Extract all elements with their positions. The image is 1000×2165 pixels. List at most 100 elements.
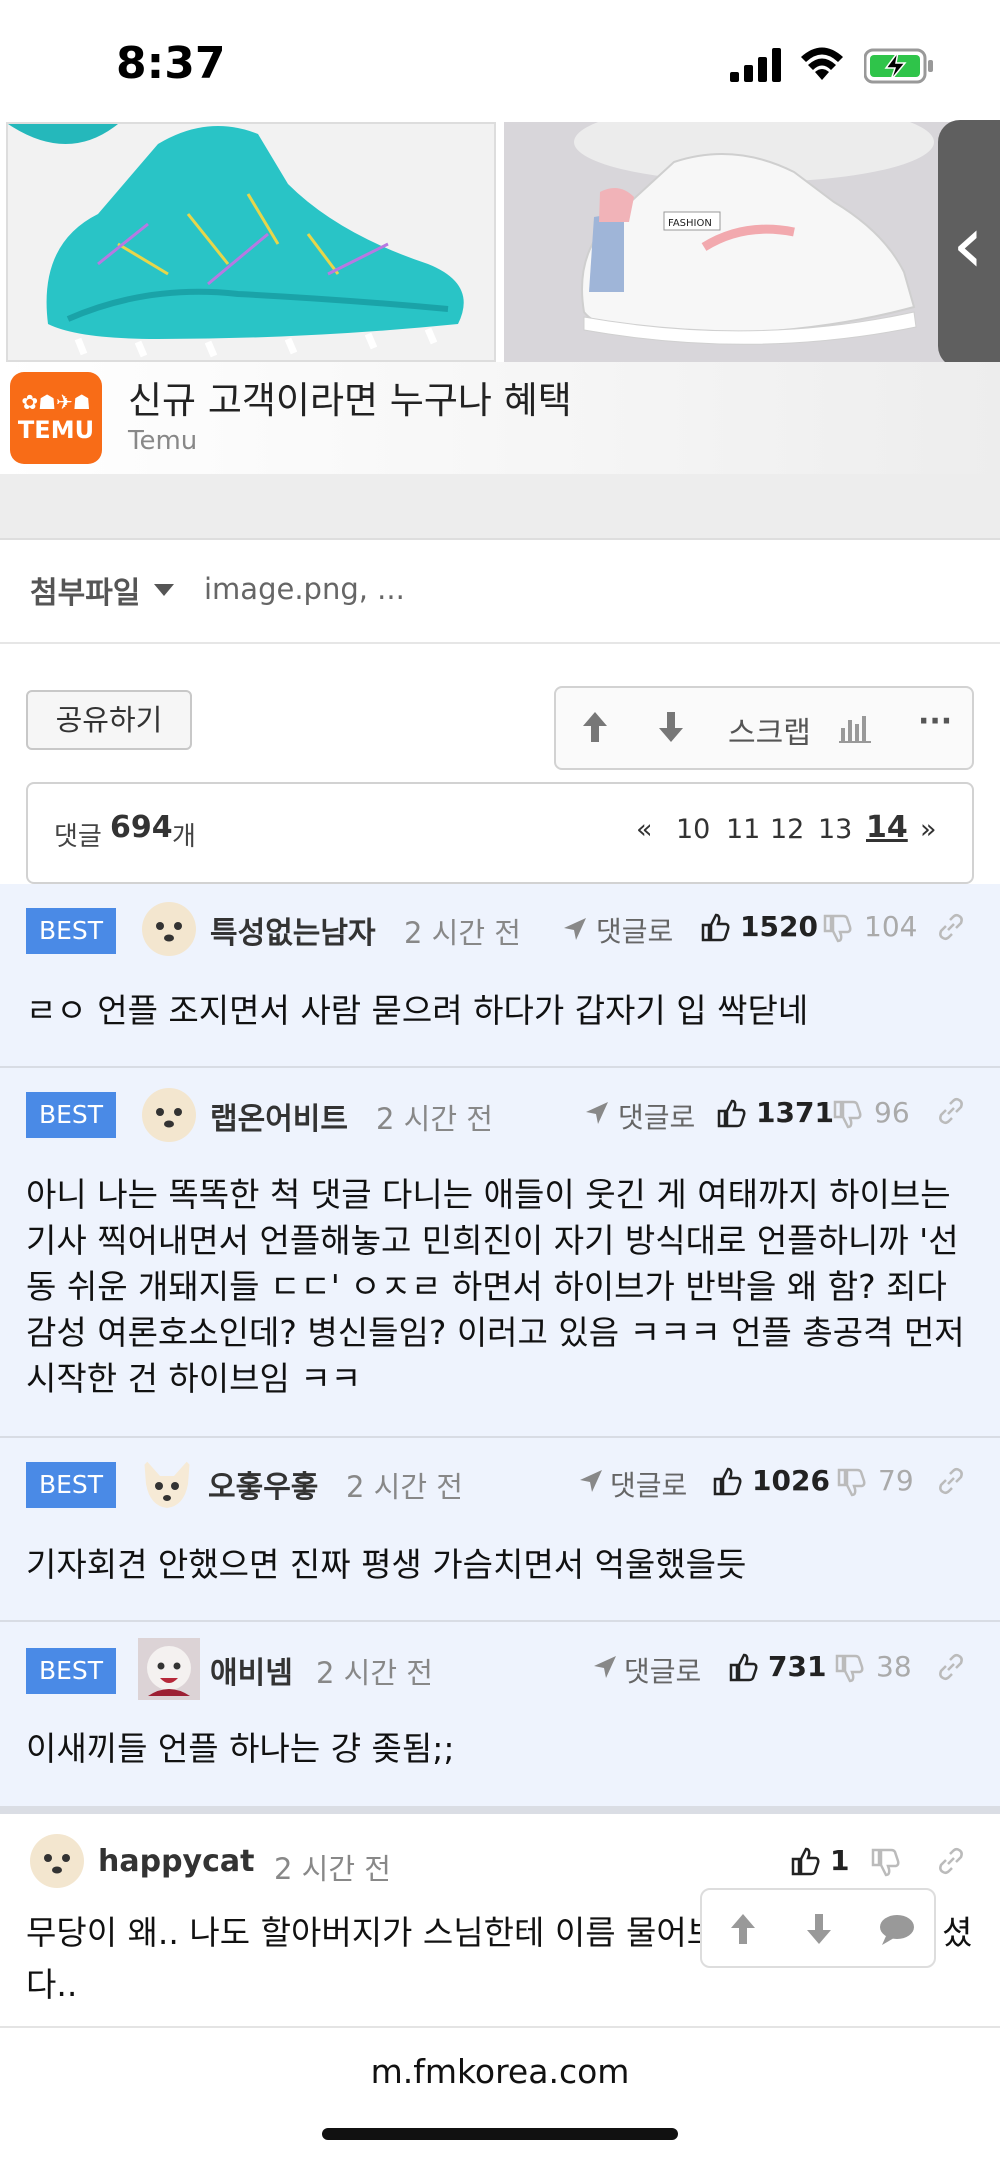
comment-time: 2 시간 전 xyxy=(376,1102,493,1136)
thumbs-down-icon[interactable] xyxy=(836,1468,866,1498)
ad-image-soccer-cleats[interactable] xyxy=(6,122,496,362)
reply-arrow-icon[interactable] xyxy=(592,1654,618,1680)
comment-divider xyxy=(0,1436,1000,1438)
reply-button[interactable]: 댓글로 xyxy=(618,1096,695,1136)
page-link[interactable]: 12 xyxy=(770,814,804,845)
comment-author[interactable]: 랩온어비트 xyxy=(210,1094,348,1138)
comment-text: 기자회견 안했으면 진짜 평생 가슴치면서 억울했을듯 xyxy=(26,1545,747,1584)
comment-time: 2 시간 전 xyxy=(346,1470,463,1504)
thumbs-down-icon[interactable] xyxy=(822,914,852,944)
comment-text-tail: 셨 xyxy=(942,1913,973,1952)
page-link[interactable]: 10 xyxy=(676,814,710,845)
reply-button[interactable]: 댓글로 xyxy=(610,1464,687,1504)
post-action-box: 스크랩 ··· xyxy=(554,686,974,770)
scrap-button[interactable]: 스크랩 xyxy=(728,708,811,752)
reply-arrow-icon[interactable] xyxy=(562,916,588,942)
side-panel-handle[interactable]: ‹ xyxy=(938,120,1000,368)
attachment-toggle[interactable]: 첨부파일 xyxy=(30,568,140,612)
thumbs-down-icon[interactable] xyxy=(832,1100,862,1130)
link-icon[interactable] xyxy=(936,1466,966,1496)
comment-divider xyxy=(0,1066,1000,1068)
comment-author[interactable]: 특성없는남자 xyxy=(210,908,376,952)
reply-button[interactable]: 댓글로 xyxy=(596,910,673,950)
section-divider xyxy=(0,474,1000,540)
upvote-count: 731 xyxy=(768,1650,827,1683)
reply-arrow-icon[interactable] xyxy=(578,1468,604,1494)
comment-count-label: 댓글 xyxy=(54,822,102,852)
browser-address-bar xyxy=(0,2026,1000,2165)
avatar[interactable] xyxy=(28,1832,86,1890)
page-link[interactable]: 13 xyxy=(818,814,852,845)
ad-advertiser: Temu xyxy=(128,426,198,456)
caret-down-icon[interactable] xyxy=(154,584,174,596)
reply-button[interactable]: 댓글로 xyxy=(624,1650,701,1690)
avatar[interactable] xyxy=(140,1086,198,1144)
thumbs-up-icon[interactable] xyxy=(700,912,730,942)
thumbs-up-icon[interactable] xyxy=(716,1098,746,1128)
link-icon[interactable] xyxy=(936,912,966,942)
more-options-button[interactable]: ··· xyxy=(918,704,952,739)
comment-time: 2 시간 전 xyxy=(316,1656,433,1690)
link-icon[interactable] xyxy=(936,1652,966,1682)
page-next-button[interactable]: » xyxy=(920,814,937,845)
link-icon[interactable] xyxy=(936,1096,966,1126)
scroll-up-icon[interactable] xyxy=(728,1912,758,1946)
comment-text-line: 무당이 왜.. 나도 할아버지가 스님한테 이름 물어보 xyxy=(26,1913,718,1952)
share-button[interactable]: 공유하기 xyxy=(26,690,192,750)
comment-text-line: 기사 찍어내면서 언플해놓고 민희진이 자기 방식대로 언플하니까 '선 xyxy=(26,1221,959,1260)
home-indicator[interactable] xyxy=(322,2128,678,2140)
avatar[interactable] xyxy=(140,900,198,958)
scroll-down-icon[interactable] xyxy=(804,1912,834,1946)
comment-text: 아니 나는 똑똑한 척 댓글 다니는 애들이 웃긴 게 여태까지 하이브는 기사… xyxy=(26,1172,986,1402)
temu-logo: ✿☗✈☗ TEMU xyxy=(10,372,102,464)
downvote-count: 38 xyxy=(876,1650,912,1683)
avatar[interactable] xyxy=(138,1454,196,1512)
comment-author[interactable]: happycat xyxy=(98,1844,254,1879)
upvote-arrow-icon[interactable] xyxy=(580,710,610,744)
comment-author[interactable]: 애비넴 xyxy=(210,1648,293,1692)
link-icon[interactable] xyxy=(936,1846,966,1876)
reply-arrow-icon[interactable] xyxy=(584,1100,610,1126)
upvote-count: 1026 xyxy=(752,1464,830,1497)
comment-text-line: 동 쉬운 개돼지들 ㄷㄷ' ㅇㅈㄹ 하면서 하이브가 반박을 왜 함? 죄다 xyxy=(26,1267,947,1306)
comment-text-line: 감성 여론호소인데? 병신들임? 이러고 있음 ㅋㅋㅋ 언플 총공격 먼저 xyxy=(26,1313,965,1352)
best-badge: BEST xyxy=(26,1648,116,1694)
comment-divider xyxy=(0,1620,1000,1622)
page-link[interactable]: 11 xyxy=(726,814,760,845)
address-url[interactable]: m.fmkorea.com xyxy=(0,2052,1000,2091)
best-badge: BEST xyxy=(26,1462,116,1508)
downvote-count: 104 xyxy=(864,910,918,943)
page-link-current[interactable]: 14 xyxy=(866,810,908,845)
downvote-count: 96 xyxy=(874,1096,910,1129)
best-section-end-divider xyxy=(0,1806,1000,1814)
upvote-count: 1371 xyxy=(756,1096,834,1129)
chevron-left-icon: ‹ xyxy=(952,198,984,291)
thumbs-down-icon[interactable] xyxy=(870,1848,900,1878)
comment-text-line: 아니 나는 똑똑한 척 댓글 다니는 애들이 웃긴 게 여태까지 하이브는 xyxy=(26,1175,951,1214)
comment-bubble-icon[interactable] xyxy=(878,1912,916,1946)
comment-count-unit: 개 xyxy=(172,822,196,852)
avatar[interactable] xyxy=(138,1638,200,1700)
upvote-count: 1 xyxy=(830,1844,850,1877)
ad-image-sneaker[interactable]: FASHION xyxy=(504,122,1000,362)
thumbs-down-icon[interactable] xyxy=(834,1654,864,1684)
thumbs-up-icon[interactable] xyxy=(712,1466,742,1496)
page-prev-button[interactable]: « xyxy=(636,814,653,845)
upvote-count: 1520 xyxy=(740,910,818,943)
comment-text-line: 시작한 건 하이브임 ㅋㅋ xyxy=(26,1359,362,1398)
ad-title[interactable]: 신규 고객이라면 누구나 혜택 xyxy=(128,370,572,424)
downvote-count: 79 xyxy=(878,1464,914,1497)
wifi-icon xyxy=(801,47,843,80)
attachment-row xyxy=(0,540,1000,644)
downvote-arrow-icon[interactable] xyxy=(656,710,686,744)
comment-count: 694 xyxy=(110,810,173,845)
bar-chart-icon[interactable] xyxy=(838,712,872,744)
thumbs-up-icon[interactable] xyxy=(728,1652,758,1682)
thumbs-up-icon[interactable] xyxy=(790,1846,820,1876)
best-badge: BEST xyxy=(26,908,116,954)
comment-time: 2 시간 전 xyxy=(274,1852,391,1886)
comment-text: 이새끼들 언플 하나는 걍 좆됨;; xyxy=(26,1729,455,1768)
battery-charging-icon xyxy=(864,48,933,84)
comment-author[interactable]: 오홓우홓 xyxy=(208,1462,318,1506)
attachment-files[interactable]: image.png, ... xyxy=(204,572,405,606)
